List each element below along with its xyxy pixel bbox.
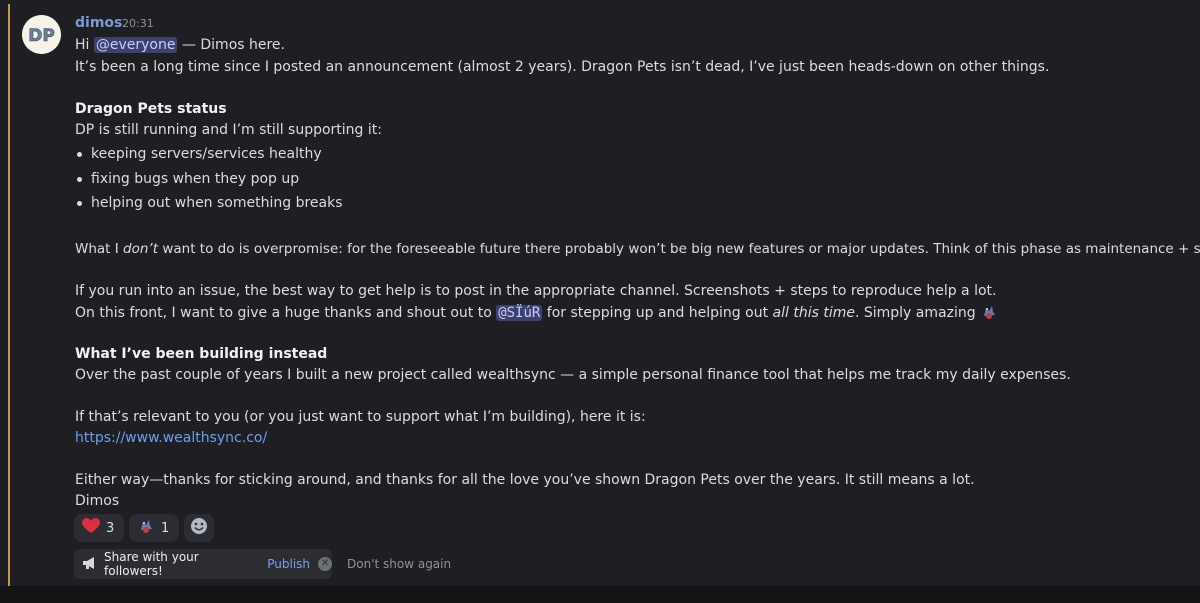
timestamp[interactable]: 20:31 xyxy=(122,17,154,31)
reaction-count: 3 xyxy=(106,520,115,536)
share-text: Share with your followers! xyxy=(104,550,199,578)
bullet-dot xyxy=(77,152,82,157)
status-heading: Dragon Pets status xyxy=(75,101,227,117)
greeting-line: Hi @everyone — Dimos here. xyxy=(75,37,285,53)
publish-button[interactable]: Publish xyxy=(267,557,310,571)
avatar[interactable]: DP xyxy=(22,15,61,54)
reaction-dragon[interactable]: 1 xyxy=(129,514,179,542)
message: DP dimos 20:31 Hi @everyone — Dimos here… xyxy=(0,0,1200,586)
add-reaction-icon xyxy=(190,517,208,539)
bottom-divider xyxy=(0,586,1200,603)
close-icon[interactable]: ✕ xyxy=(318,557,333,571)
dragon-pets-logo-icon: DP xyxy=(22,15,61,54)
list-item: helping out when something breaks xyxy=(91,195,343,211)
user-mention[interactable]: @SÏúR xyxy=(496,305,543,321)
reaction-heart[interactable]: 3 xyxy=(74,514,124,542)
closing-line: Either way—thanks for sticking around, a… xyxy=(75,472,975,488)
relevant-line: If that’s relevant to you (or you just w… xyxy=(75,409,646,425)
heart-icon xyxy=(82,518,100,538)
building-heading: What I’ve been building instead xyxy=(75,346,328,362)
issue-line: If you run into an issue, the best way t… xyxy=(75,283,997,299)
svg-text:DP: DP xyxy=(28,26,55,46)
bullet-dot xyxy=(77,201,82,206)
everyone-mention[interactable]: @everyone xyxy=(93,37,178,53)
intro-line: It’s been a long time since I posted an … xyxy=(75,59,1050,75)
dragon-emoji-icon xyxy=(137,517,155,539)
mention-highlight-bar xyxy=(8,4,10,586)
building-line: Over the past couple of years I built a … xyxy=(75,367,1071,383)
bullet-dot xyxy=(77,177,82,182)
dragon-emoji-icon xyxy=(980,303,998,321)
thanks-line: On this front, I want to give a huge tha… xyxy=(75,303,998,322)
signoff: Dimos xyxy=(75,493,120,509)
wealthsync-link[interactable]: https://www.wealthsync.co/ xyxy=(75,429,267,447)
add-reaction-button[interactable] xyxy=(184,514,214,542)
status-intro: DP is still running and I’m still suppor… xyxy=(75,122,382,138)
list-item: fixing bugs when they pop up xyxy=(91,171,300,187)
dont-show-again-button[interactable]: Don't show again xyxy=(347,557,451,571)
list-item: keeping servers/services healthy xyxy=(91,146,322,162)
overpromise-line: What I don’t want to do is overpromise: … xyxy=(75,241,1200,257)
author-name[interactable]: dimos xyxy=(75,14,122,32)
reaction-count: 1 xyxy=(161,520,170,536)
share-prompt: Share with your followers! Publish ✕ xyxy=(74,549,333,579)
megaphone-icon xyxy=(82,556,98,573)
